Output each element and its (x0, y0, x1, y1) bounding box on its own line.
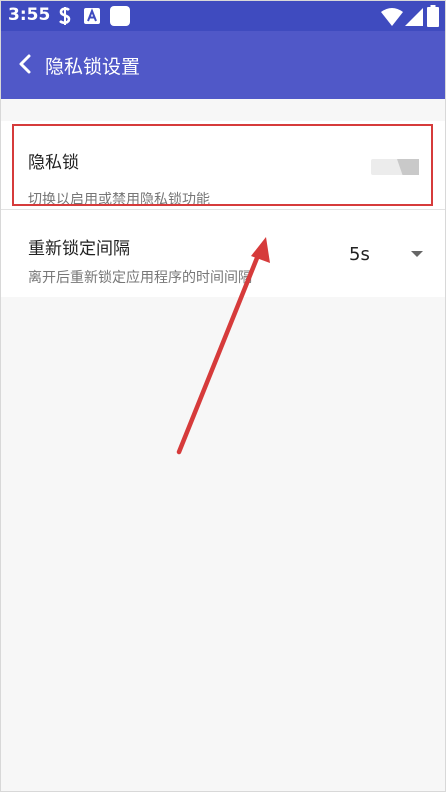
status-time: 3:55 (8, 5, 51, 25)
chevron-left-icon[interactable] (15, 53, 37, 75)
dollar-icon (58, 6, 72, 30)
app-square-icon (110, 6, 130, 30)
privacy-lock-title: 隐私锁 (28, 153, 79, 173)
privacy-lock-switch[interactable] (371, 159, 419, 175)
privacy-lock-summary: 切换以启用或禁用隐私锁功能 (28, 192, 210, 208)
font-a-icon (84, 8, 100, 28)
relock-interval-value: 5s (349, 244, 370, 265)
relock-interval-dropdown[interactable]: 5s (341, 240, 431, 270)
battery-icon (427, 5, 439, 31)
relock-interval-row[interactable]: 重新锁定间隔 离开后重新锁定应用程序的时间间隔 5s (1, 210, 445, 297)
settings-content: 隐私锁 切换以启用或禁用隐私锁功能 重新锁定间隔 离开后重新锁定应用程序的时间间… (1, 99, 445, 791)
relock-interval-summary: 离开后重新锁定应用程序的时间间隔 (28, 270, 252, 286)
signal-icon (405, 8, 423, 30)
app-bar: 隐私锁设置 (1, 31, 445, 99)
chevron-down-icon (411, 251, 423, 257)
phone-screen: 3:55 隐私锁设置 隐私锁 切换以启用或禁用隐私锁功能 重新锁定间隔 离开后重… (0, 0, 446, 792)
relock-interval-title: 重新锁定间隔 (28, 239, 130, 259)
page-title: 隐私锁设置 (45, 56, 141, 78)
status-bar: 3:55 (1, 1, 445, 31)
privacy-lock-row[interactable]: 隐私锁 切换以启用或禁用隐私锁功能 (1, 121, 445, 210)
wifi-icon (381, 8, 403, 30)
